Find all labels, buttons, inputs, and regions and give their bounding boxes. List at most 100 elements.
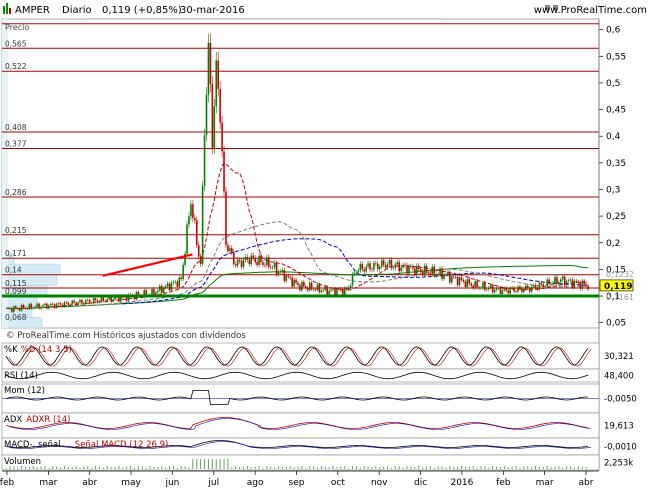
candle-body xyxy=(458,277,461,286)
x-tick-label: nov xyxy=(371,478,388,488)
candle-body xyxy=(30,304,33,309)
y-tick-label: 0,55 xyxy=(606,52,626,62)
support-label: 0,068 xyxy=(5,313,27,322)
candle-body xyxy=(258,255,260,266)
candle-body xyxy=(215,60,218,107)
panel-value: 48,400 xyxy=(604,372,634,382)
candle-body xyxy=(61,304,64,307)
candle-body xyxy=(435,274,438,276)
x-tick-label: mar xyxy=(39,478,57,488)
candle-body xyxy=(238,259,241,261)
candle-body xyxy=(526,285,529,289)
y-tick-label: 0,4 xyxy=(606,132,621,142)
candle-body xyxy=(158,285,161,291)
candle-body xyxy=(48,305,50,309)
candle-body xyxy=(262,262,264,265)
candle-body xyxy=(530,286,533,292)
candle-body xyxy=(513,287,515,292)
candle-body xyxy=(468,279,471,284)
candle-body xyxy=(199,256,202,264)
candle-body xyxy=(571,279,574,288)
candle-body xyxy=(523,289,525,292)
candle-body xyxy=(178,277,181,287)
candle-body xyxy=(579,282,582,289)
candle-body xyxy=(380,260,383,267)
indicator-panels: %K %D (14 3 5)30,321RSI (14) 48,400Mom (12… xyxy=(1,342,647,471)
candle-body xyxy=(554,277,556,283)
candle-body xyxy=(332,288,334,290)
candle-body xyxy=(32,307,35,309)
candle-body xyxy=(246,256,249,260)
panel-label: RSI (14) xyxy=(4,371,38,381)
candle-body xyxy=(314,289,317,291)
candle-body xyxy=(476,281,478,288)
candle-body xyxy=(587,285,589,290)
candle-body xyxy=(86,299,89,301)
candle-body xyxy=(340,288,342,291)
y-tick-label: 0,6 xyxy=(606,26,621,36)
candle-body xyxy=(577,281,580,283)
candle-body xyxy=(236,259,239,266)
candle-body xyxy=(466,279,469,288)
candle-body xyxy=(474,281,476,289)
candle-body xyxy=(153,288,155,296)
candle-body xyxy=(489,285,492,288)
candle-body xyxy=(365,266,367,272)
candle-body xyxy=(408,266,410,274)
last-price: 0,119 (+0,85%) xyxy=(102,5,182,16)
candle-body xyxy=(493,289,496,293)
candle-body xyxy=(404,264,406,266)
candle-body xyxy=(445,274,447,276)
candle-body xyxy=(308,282,311,291)
candle-body xyxy=(336,289,338,295)
candle-body xyxy=(363,269,365,272)
candle-body xyxy=(464,281,467,288)
period: Diario xyxy=(62,5,92,16)
candle-body xyxy=(182,264,184,279)
candle-body xyxy=(486,289,488,290)
tag-below: 0,1161 xyxy=(606,293,634,302)
candle-body xyxy=(521,287,523,292)
candle-body xyxy=(528,288,531,292)
candle-body xyxy=(497,287,500,289)
panel-label: %K xyxy=(4,345,18,355)
candle-body xyxy=(279,271,282,273)
candle-body xyxy=(297,282,299,286)
candle-body xyxy=(367,263,369,267)
candle-body xyxy=(164,286,167,288)
candle-body xyxy=(44,303,46,306)
candle-body xyxy=(373,263,375,270)
candle-body xyxy=(538,282,541,290)
panel-value: 30,321 xyxy=(604,352,634,362)
candle-body xyxy=(316,284,319,290)
candle-body xyxy=(355,272,358,273)
candle-body xyxy=(347,287,350,290)
candle-body xyxy=(450,276,453,283)
candle-body xyxy=(201,185,204,264)
candle-body xyxy=(34,306,36,308)
candle-body xyxy=(447,272,449,275)
candle-body xyxy=(378,266,381,270)
candle-body xyxy=(53,304,56,308)
support-label: 0,286 xyxy=(5,188,27,197)
candle-body xyxy=(273,262,276,268)
candle-body xyxy=(168,283,171,291)
candle-body xyxy=(293,279,295,287)
candle-body xyxy=(79,300,81,303)
candle-body xyxy=(73,300,75,303)
candle-body xyxy=(271,267,274,268)
panel-label: MACD-, señal xyxy=(4,440,61,450)
candle-body xyxy=(18,308,21,311)
candle-body xyxy=(166,283,169,287)
candle-body xyxy=(396,262,399,265)
candle-body xyxy=(42,305,44,307)
candle-body xyxy=(229,248,231,252)
candle-body xyxy=(106,299,109,302)
candle-body xyxy=(583,280,585,285)
candle-body xyxy=(388,259,391,265)
candle-body xyxy=(392,267,395,269)
candle-body xyxy=(16,308,19,309)
candle-body xyxy=(213,106,216,148)
candle-body xyxy=(268,257,270,267)
candle-body xyxy=(565,281,568,286)
